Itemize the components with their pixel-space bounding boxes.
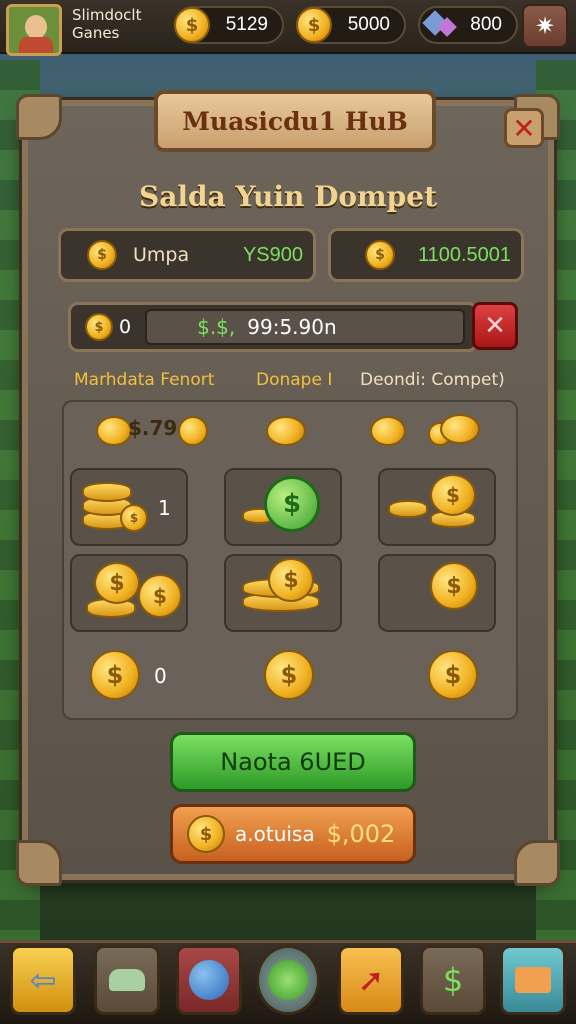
avatar-body — [19, 37, 53, 53]
map-icon — [515, 967, 551, 993]
purchase-button[interactable]: $ a.otuisa $,002 — [170, 804, 416, 864]
purchase-label: a.otuisa — [235, 822, 315, 846]
purchase-price: $,002 — [326, 820, 396, 848]
nav-money-button[interactable]: $ — [420, 945, 486, 1015]
gem-icon — [424, 10, 458, 40]
stat-left: $ Umpa YS900 — [58, 228, 316, 282]
coin-counter-1[interactable]: $ 5129 — [174, 6, 284, 44]
coin-counter-1-value: 5129 — [225, 14, 268, 35]
coin-icon: $ — [365, 240, 395, 270]
coin-icon: $ — [94, 562, 140, 604]
gem-counter[interactable]: 800 — [418, 6, 518, 44]
coin-icon: $ — [264, 650, 314, 700]
gem-counter-value: 800 — [470, 14, 502, 35]
coin-icon: $ — [296, 7, 332, 43]
brand-line1: Slimdoclt — [72, 6, 142, 24]
settings-button[interactable]: ✷ — [522, 4, 568, 48]
close-icon: ✕ — [484, 311, 506, 341]
coin-icon: $ — [430, 562, 478, 610]
hub-panel: Muasicdu1 HuB ✕ Salda Yuin Dompet $ Umpa… — [16, 90, 560, 886]
coin-icon: $ — [430, 474, 476, 516]
reward-slot[interactable]: $ — [224, 554, 342, 632]
coin-icon: $ — [87, 240, 117, 270]
stat-left-label: Umpa — [133, 244, 190, 266]
column-header-2: Donape I — [256, 370, 333, 390]
confirm-button[interactable]: Naota 6UED — [170, 732, 416, 792]
nav-arrow-button[interactable]: ➚ — [338, 945, 404, 1015]
panel-subtitle: Salda Yuin Dompet — [138, 180, 438, 213]
coin-icon: $ — [120, 504, 148, 532]
amount-row: $ 0 $.$, 99:5.90n — [68, 302, 478, 352]
column-header-1: Marhdata Fenort — [74, 370, 215, 390]
panel-corner — [16, 840, 62, 886]
stat-left-value: YS900 — [242, 243, 303, 266]
stat-right-value: 1100.5001 — [417, 243, 511, 266]
bottom-nav: ⇦ ➚ $ — [0, 940, 576, 1024]
coin-icon — [178, 416, 208, 446]
coin-icon — [266, 416, 306, 446]
top-bar: Slimdoclt Ganes $ 5129 $ 5000 800 ✷ — [0, 0, 576, 56]
column-header-3: Deondi: Compet) — [360, 370, 505, 390]
amount-prefix: $.$, — [197, 315, 236, 339]
arrow-icon: ➚ — [357, 961, 385, 999]
reward-slot[interactable]: $ — [224, 468, 342, 546]
coin-icon: $ — [428, 650, 478, 700]
panel-corner — [514, 840, 560, 886]
coin-counter-2[interactable]: $ 5000 — [296, 6, 406, 44]
coin-icon: $ — [268, 558, 314, 602]
amount-input[interactable]: $.$, 99:5.90n — [145, 309, 466, 345]
back-button[interactable]: ⇦ — [10, 945, 76, 1015]
reward-a-label: $.79 — [128, 416, 178, 440]
coin-icon: $ — [85, 313, 113, 341]
coin-icon — [370, 416, 406, 446]
stat-right: $ 1100.5001 — [328, 228, 524, 282]
dollar-icon: $ — [442, 961, 464, 999]
coin-icon — [96, 416, 132, 446]
nav-map-button[interactable] — [500, 945, 566, 1015]
amount-count: 0 — [119, 316, 132, 338]
coin-stack-icon — [388, 500, 428, 518]
reward-b-label: 1 — [158, 496, 171, 520]
reward-slot[interactable]: $ — [378, 554, 496, 632]
coin-icon: $ — [90, 650, 140, 700]
avatar[interactable] — [6, 4, 62, 56]
avatar-head — [25, 15, 47, 39]
globe-icon — [189, 960, 229, 1000]
compass-icon — [268, 960, 308, 1000]
brand-line2: Ganes — [72, 24, 120, 42]
nav-compass-button[interactable] — [256, 945, 320, 1015]
nav-globe-button[interactable] — [176, 945, 242, 1015]
back-arrow-icon: ⇦ — [29, 961, 57, 999]
nav-boot-button[interactable] — [94, 945, 160, 1015]
reward-slot[interactable]: $ 1 — [70, 468, 188, 546]
gear-icon: ✷ — [534, 12, 556, 40]
boot-icon — [109, 969, 145, 991]
coin-icon: $ — [174, 7, 210, 43]
coin-icon: $ — [187, 815, 225, 853]
green-coin-icon: $ — [264, 476, 320, 532]
coin-icon — [440, 414, 480, 444]
brand: Slimdoclt Ganes — [72, 6, 141, 42]
clear-button[interactable]: ✕ — [472, 302, 518, 350]
panel-corner — [16, 94, 62, 140]
reward-slot[interactable]: $ — [378, 468, 496, 546]
coin-icon: $ — [138, 574, 182, 618]
close-button[interactable]: ✕ — [504, 108, 544, 148]
reward-slot[interactable]: $ $ — [70, 554, 188, 632]
panel-title: Muasicdu1 HuB — [154, 90, 436, 152]
reward-c-label: 0 — [154, 664, 167, 688]
close-icon: ✕ — [512, 111, 536, 145]
coin-stack-icon — [82, 482, 132, 502]
coin-counter-2-value: 5000 — [347, 14, 390, 35]
reward-grid: $.79 $ 1 $ $ $ $ $ $ $ 0 $ $ — [62, 400, 518, 720]
amount-value: 99:5.90n — [247, 315, 337, 339]
